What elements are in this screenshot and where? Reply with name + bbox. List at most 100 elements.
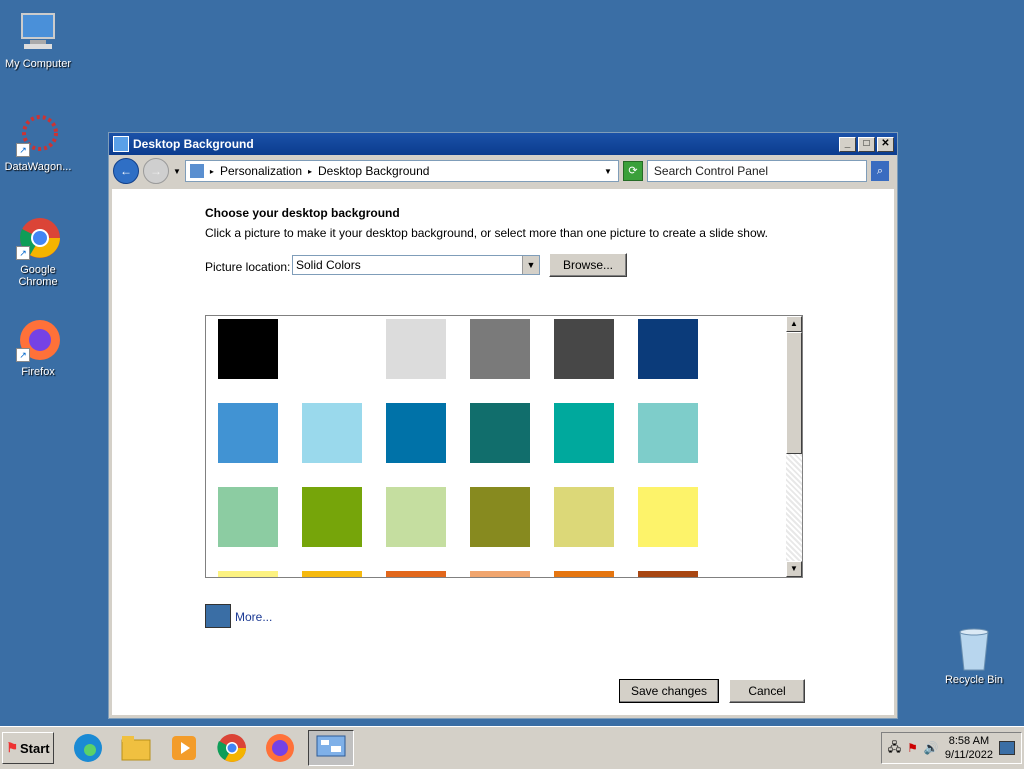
back-button[interactable]: ← (113, 158, 139, 184)
color-swatch[interactable] (218, 403, 278, 463)
start-label: Start (20, 740, 50, 756)
network-icon[interactable]: 🖧 (888, 738, 901, 759)
cancel-button[interactable]: Cancel (729, 679, 805, 703)
clock-date: 9/11/2022 (944, 749, 993, 761)
desktop-icon-my-computer[interactable]: My Computer (0, 10, 76, 70)
desktop-icon-firefox[interactable]: ↗ Firefox (0, 318, 76, 378)
window-icon (113, 136, 129, 152)
scroll-thumb[interactable] (786, 332, 802, 454)
breadcrumb-personalization[interactable]: Personalization (220, 164, 302, 178)
color-swatch[interactable] (554, 319, 614, 379)
control-panel-icon (316, 735, 346, 757)
title-bar[interactable]: Desktop Background _ □ ✕ (109, 133, 897, 155)
color-swatch[interactable] (638, 403, 698, 463)
picture-location-select[interactable]: Solid Colors ▼ (292, 255, 540, 275)
desktop-icon-label: Recycle Bin (944, 674, 1004, 686)
navigation-bar: ← → ▼ ▸ Personalization ▸ Desktop Backgr… (109, 155, 897, 187)
action-center-icon[interactable]: ⚑ (907, 741, 918, 755)
content-panel: Choose your desktop background Click a p… (112, 189, 894, 715)
page-description: Click a picture to make it your desktop … (205, 226, 768, 240)
address-dropdown-icon[interactable]: ▼ (604, 167, 612, 176)
recycle-bin-icon (952, 626, 996, 671)
recent-pages-dropdown-icon[interactable]: ▼ (173, 167, 181, 176)
vertical-scrollbar[interactable]: ▲ ▼ (786, 316, 802, 577)
color-swatch[interactable] (470, 403, 530, 463)
color-swatch[interactable] (302, 571, 362, 577)
firefox-icon: ↗ (16, 318, 60, 362)
minimize-button[interactable]: _ (839, 136, 856, 152)
start-button[interactable]: ⚑ Start (2, 732, 54, 764)
more-color-swatch[interactable] (205, 604, 231, 628)
chrome-icon: ↗ (16, 216, 60, 260)
page-title: Choose your desktop background (205, 206, 400, 220)
windows-logo-icon: ⚑ (6, 740, 19, 755)
desktop-icon-label: Firefox (21, 366, 55, 378)
address-bar[interactable]: ▸ Personalization ▸ Desktop Background ▼ (184, 160, 619, 182)
color-swatch[interactable] (638, 319, 698, 379)
color-swatch[interactable] (218, 487, 278, 547)
chrome-icon (217, 734, 246, 762)
color-swatch[interactable] (638, 571, 698, 577)
color-swatch[interactable] (554, 571, 614, 577)
taskbar: ⚑ Start 🖧 ⚑ 🔊 8:58 AM 9/11/2022 (0, 726, 1024, 769)
chevron-down-icon[interactable]: ▼ (522, 256, 539, 274)
taskbar-explorer[interactable] (116, 730, 156, 766)
folder-icon (121, 736, 151, 761)
desktop-background-window: Desktop Background _ □ ✕ ← → ▼ ▸ Persona… (108, 132, 898, 719)
color-swatch[interactable] (470, 319, 530, 379)
show-desktop-icon[interactable] (999, 741, 1015, 755)
control-panel-icon (189, 164, 204, 178)
color-swatch[interactable] (302, 403, 362, 463)
picture-location-label: Picture location: (205, 260, 291, 274)
taskbar-chrome[interactable] (212, 730, 252, 766)
color-swatch[interactable] (386, 403, 446, 463)
desktop-icon-chrome[interactable]: ↗ Google Chrome (0, 216, 76, 288)
firefox-icon (266, 734, 294, 762)
computer-icon (16, 10, 60, 54)
shortcut-arrow-icon: ↗ (16, 348, 30, 362)
maximize-button[interactable]: □ (858, 136, 875, 152)
more-colors-link[interactable]: More... (235, 610, 272, 624)
save-changes-button[interactable]: Save changes (619, 679, 719, 703)
color-swatch[interactable] (302, 487, 362, 547)
scroll-up-icon[interactable]: ▲ (786, 316, 802, 332)
taskbar-control-panel[interactable] (308, 730, 354, 766)
search-input[interactable]: Search Control Panel (646, 160, 867, 182)
color-swatch[interactable] (218, 571, 278, 577)
color-swatch[interactable] (554, 487, 614, 547)
clock-time: 8:58 AM (948, 735, 990, 747)
taskbar-edge[interactable] (68, 730, 108, 766)
color-swatch[interactable] (302, 319, 362, 379)
window-title: Desktop Background (133, 137, 254, 151)
color-swatch[interactable] (386, 487, 446, 547)
clock[interactable]: 8:58 AM 9/11/2022 (945, 734, 993, 762)
color-swatch[interactable] (638, 487, 698, 547)
breadcrumb-desktop-background[interactable]: Desktop Background (318, 164, 429, 178)
edge-icon (74, 734, 102, 762)
volume-icon[interactable]: 🔊 (924, 741, 939, 755)
refresh-icon[interactable]: ⟳ (622, 161, 643, 181)
desktop-icon-label: Google Chrome (18, 264, 58, 288)
breadcrumb-separator-icon: ▸ (308, 166, 313, 176)
color-swatch[interactable] (386, 319, 446, 379)
taskbar-firefox[interactable] (260, 730, 300, 766)
desktop-icon-datawagon[interactable]: ↗ DataWagon... (0, 113, 76, 173)
desktop-icon-recycle-bin[interactable]: Recycle Bin (936, 626, 1012, 686)
color-swatch-grid: ▲ ▼ (205, 315, 803, 578)
datawagon-icon: ↗ (16, 113, 60, 157)
color-swatch[interactable] (470, 571, 530, 577)
browse-button[interactable]: Browse... (549, 253, 627, 277)
shortcut-arrow-icon: ↗ (16, 143, 30, 157)
color-swatch[interactable] (386, 571, 446, 577)
color-swatch[interactable] (470, 487, 530, 547)
picture-location-value: Solid Colors (296, 258, 361, 272)
taskbar-media-player[interactable] (164, 730, 204, 766)
forward-button[interactable]: → (143, 158, 169, 184)
system-tray: 🖧 ⚑ 🔊 8:58 AM 9/11/2022 (880, 732, 1022, 764)
shortcut-arrow-icon: ↗ (16, 246, 30, 260)
search-icon[interactable]: ⌕ (870, 161, 889, 181)
color-swatch[interactable] (218, 319, 278, 379)
color-swatch[interactable] (554, 403, 614, 463)
scroll-down-icon[interactable]: ▼ (786, 561, 802, 577)
close-button[interactable]: ✕ (877, 136, 894, 152)
